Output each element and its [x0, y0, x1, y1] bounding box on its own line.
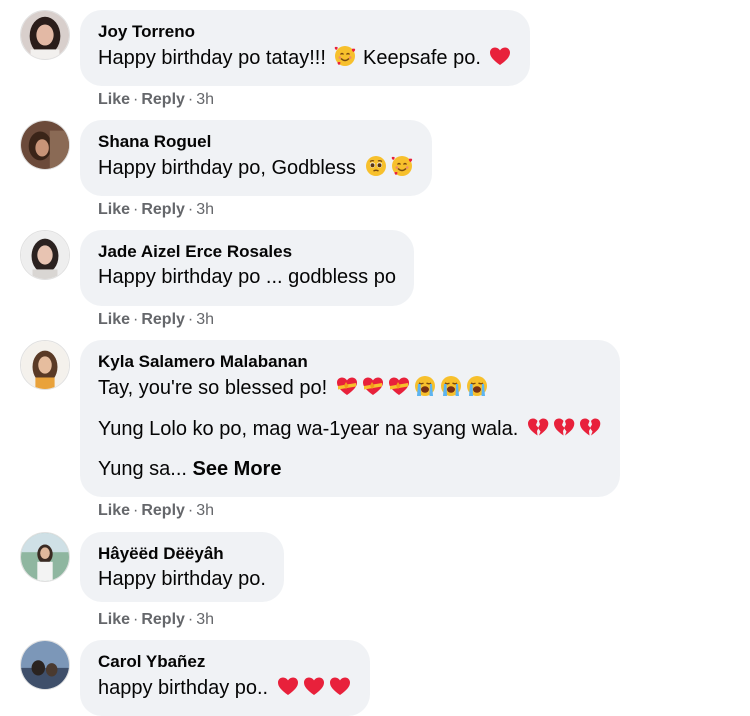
red-heart-icon	[488, 44, 512, 68]
comment-author[interactable]: Kyla Salamero Malabanan	[98, 352, 602, 372]
comment-text: Happy birthday po ... godbless po	[98, 266, 396, 288]
loudly-crying-face-icon	[439, 374, 463, 398]
separator: ·	[133, 502, 139, 519]
comment-bubble: Kyla Salamero Malabanan Tay, you're so b…	[80, 340, 620, 497]
comment-actions: Like · Reply · 3h	[98, 501, 214, 521]
comment-timestamp[interactable]: 3h	[196, 311, 214, 328]
comment-timestamp[interactable]: 3h	[196, 91, 214, 108]
smiling-face-with-hearts-icon	[333, 44, 357, 68]
like-button[interactable]: Like	[98, 311, 130, 328]
separator: ·	[187, 611, 194, 628]
red-heart-icon	[302, 674, 326, 698]
comment-text-part: Happy birthday po tatay!!!	[98, 47, 332, 69]
comment-author[interactable]: Jade Aizel Erce Rosales	[98, 242, 396, 262]
separator: ·	[187, 502, 194, 519]
reply-button[interactable]: Reply	[141, 201, 185, 218]
avatar[interactable]	[20, 532, 70, 582]
red-heart-icon	[328, 674, 352, 698]
comment-author[interactable]: Shana Roguel	[98, 132, 414, 152]
like-button[interactable]: Like	[98, 502, 130, 519]
comment-bubble: Jade Aizel Erce Rosales Happy birthday p…	[80, 230, 414, 306]
comment-timestamp[interactable]: 3h	[196, 502, 214, 519]
avatar[interactable]	[20, 10, 70, 60]
comment-text-part: Tay, you're so blessed po!	[98, 377, 333, 399]
heart-with-ribbon-icon	[361, 374, 385, 398]
comment-actions: Like · Reply · 3h	[98, 310, 214, 330]
comment-text-part: Yung sa...	[98, 458, 187, 480]
separator: ·	[187, 201, 194, 218]
like-button[interactable]: Like	[98, 201, 130, 218]
like-button[interactable]: Like	[98, 91, 130, 108]
reply-button[interactable]: Reply	[141, 311, 185, 328]
broken-heart-icon	[552, 415, 576, 439]
comment-text: Happy birthday po, Godbless	[98, 154, 414, 181]
comment-text: Happy birthday po.	[98, 568, 266, 590]
smiling-face-with-hearts-icon	[390, 154, 414, 178]
comment-text: Yung sa... See More	[98, 456, 602, 482]
comment-bubble: Shana Roguel Happy birthday po, Godbless	[80, 120, 432, 196]
heart-with-ribbon-icon	[387, 374, 411, 398]
separator: ·	[133, 311, 139, 328]
like-button[interactable]: Like	[98, 611, 130, 628]
comment-bubble: Joy Torreno Happy birthday po tatay!!! K…	[80, 10, 531, 86]
comment-text-part: Yung Lolo ko po, mag wa-1year na syang w…	[98, 418, 524, 440]
separator: ·	[187, 311, 194, 328]
comment-text-part: Happy birthday po, Godbless	[98, 157, 362, 179]
comment-text-part: happy birthday po..	[98, 677, 274, 699]
comment-author[interactable]: Carol Ybañez	[98, 652, 352, 672]
separator: ·	[133, 201, 139, 218]
loudly-crying-face-icon	[413, 374, 437, 398]
comment-author[interactable]: Hâyëëd Dëëyâh	[98, 544, 266, 564]
avatar[interactable]	[20, 120, 70, 170]
avatar[interactable]	[20, 230, 70, 280]
comment-actions: Like · Reply · 3h	[98, 610, 214, 630]
broken-heart-icon	[578, 415, 602, 439]
broken-heart-icon	[526, 415, 550, 439]
reply-button[interactable]: Reply	[141, 502, 185, 519]
comment-actions: Like · Reply · 3h	[98, 90, 214, 110]
separator: ·	[133, 611, 139, 628]
comment-text: Happy birthday po tatay!!! Keepsafe po.	[98, 44, 512, 71]
comment-text: happy birthday po..	[98, 674, 352, 701]
separator: ·	[187, 91, 194, 108]
comment-author[interactable]: Joy Torreno	[98, 22, 512, 42]
comment-text-part: Keepsafe po.	[363, 47, 487, 69]
pleading-face-icon	[364, 154, 388, 178]
separator: ·	[133, 91, 139, 108]
comment-timestamp[interactable]: 3h	[196, 201, 214, 218]
comment-text: Yung Lolo ko po, mag wa-1year na syang w…	[98, 415, 602, 442]
see-more-link[interactable]: See More	[193, 458, 282, 480]
avatar[interactable]	[20, 640, 70, 690]
reply-button[interactable]: Reply	[141, 611, 185, 628]
comment-bubble: Hâyëëd Dëëyâh Happy birthday po.	[80, 532, 284, 602]
comment-bubble: Carol Ybañez happy birthday po..	[80, 640, 370, 716]
avatar[interactable]	[20, 340, 70, 390]
comment-text: Tay, you're so blessed po!	[98, 374, 602, 401]
red-heart-icon	[276, 674, 300, 698]
heart-with-ribbon-icon	[335, 374, 359, 398]
comment-timestamp[interactable]: 3h	[196, 611, 214, 628]
comment-actions: Like · Reply · 3h	[98, 200, 214, 220]
reply-button[interactable]: Reply	[141, 91, 185, 108]
loudly-crying-face-icon	[465, 374, 489, 398]
